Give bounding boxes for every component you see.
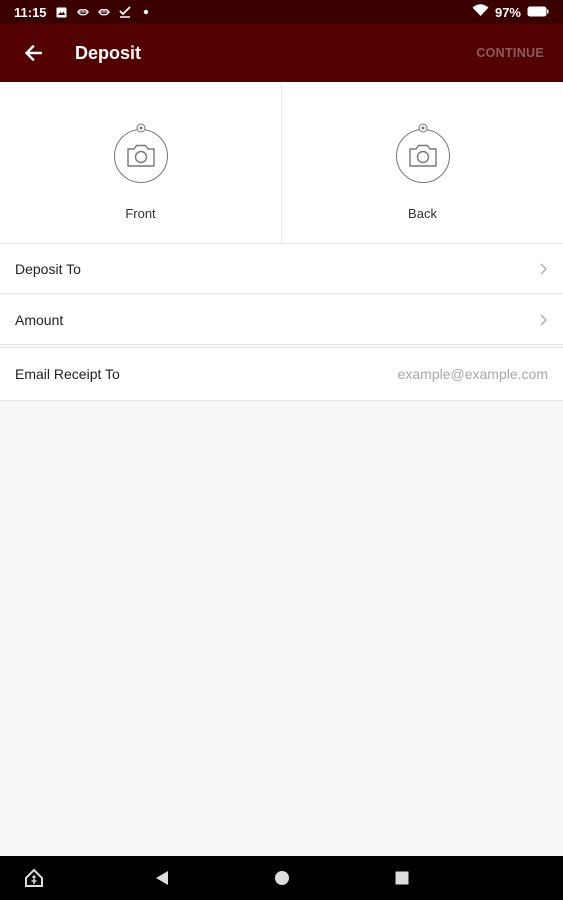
check-download-icon <box>118 6 131 18</box>
notification-dot-icon <box>140 6 152 18</box>
back-label: Back <box>408 206 437 221</box>
status-left: 11:15 <box>14 5 152 20</box>
status-time: 11:15 <box>14 4 47 20</box>
deposit-to-row[interactable]: Deposit To <box>0 244 563 294</box>
amount-label: Amount <box>15 311 64 328</box>
page-title: Deposit <box>75 42 142 63</box>
check-capture-row: Front Back <box>0 82 563 244</box>
email-receipt-row: Email Receipt To <box>0 347 563 401</box>
nav-back-button[interactable] <box>150 856 174 900</box>
email-field[interactable] <box>308 366 548 382</box>
status-right: 97% <box>472 4 549 20</box>
battery-icon <box>527 5 549 20</box>
capture-back[interactable]: Back <box>281 82 563 243</box>
triangle-back-icon <box>156 871 168 885</box>
chevron-right-icon <box>538 313 548 327</box>
app-bar: Deposit CONTINUE <box>0 24 563 82</box>
camera-icon <box>395 123 450 183</box>
back-button[interactable] <box>0 24 70 82</box>
arrow-left-icon <box>24 45 42 61</box>
camera-icon <box>113 123 168 183</box>
battery-percent: 97% <box>494 4 521 20</box>
circle-home-icon <box>275 871 289 885</box>
nav-recents-button[interactable] <box>390 856 414 900</box>
email-receipt-label: Email Receipt To <box>15 366 120 382</box>
continue-button[interactable]: CONTINUE <box>476 46 544 60</box>
capture-front[interactable]: Front <box>0 82 281 243</box>
image-notification-icon <box>56 6 68 18</box>
accessibility-button[interactable] <box>22 856 46 900</box>
chevron-right-icon <box>538 262 548 276</box>
accessibility-icon <box>25 868 43 887</box>
nav-home-button[interactable] <box>270 856 294 900</box>
lips-notification-icon <box>76 6 89 18</box>
amount-row[interactable]: Amount <box>0 295 563 345</box>
front-label: Front <box>125 206 156 221</box>
status-bar: 11:15 97% <box>0 0 563 24</box>
deposit-to-label: Deposit To <box>15 260 81 277</box>
navigation-bar <box>0 856 563 900</box>
lips-notification-icon-2 <box>97 6 110 18</box>
square-recents-icon <box>395 871 409 885</box>
wifi-icon <box>472 4 489 20</box>
